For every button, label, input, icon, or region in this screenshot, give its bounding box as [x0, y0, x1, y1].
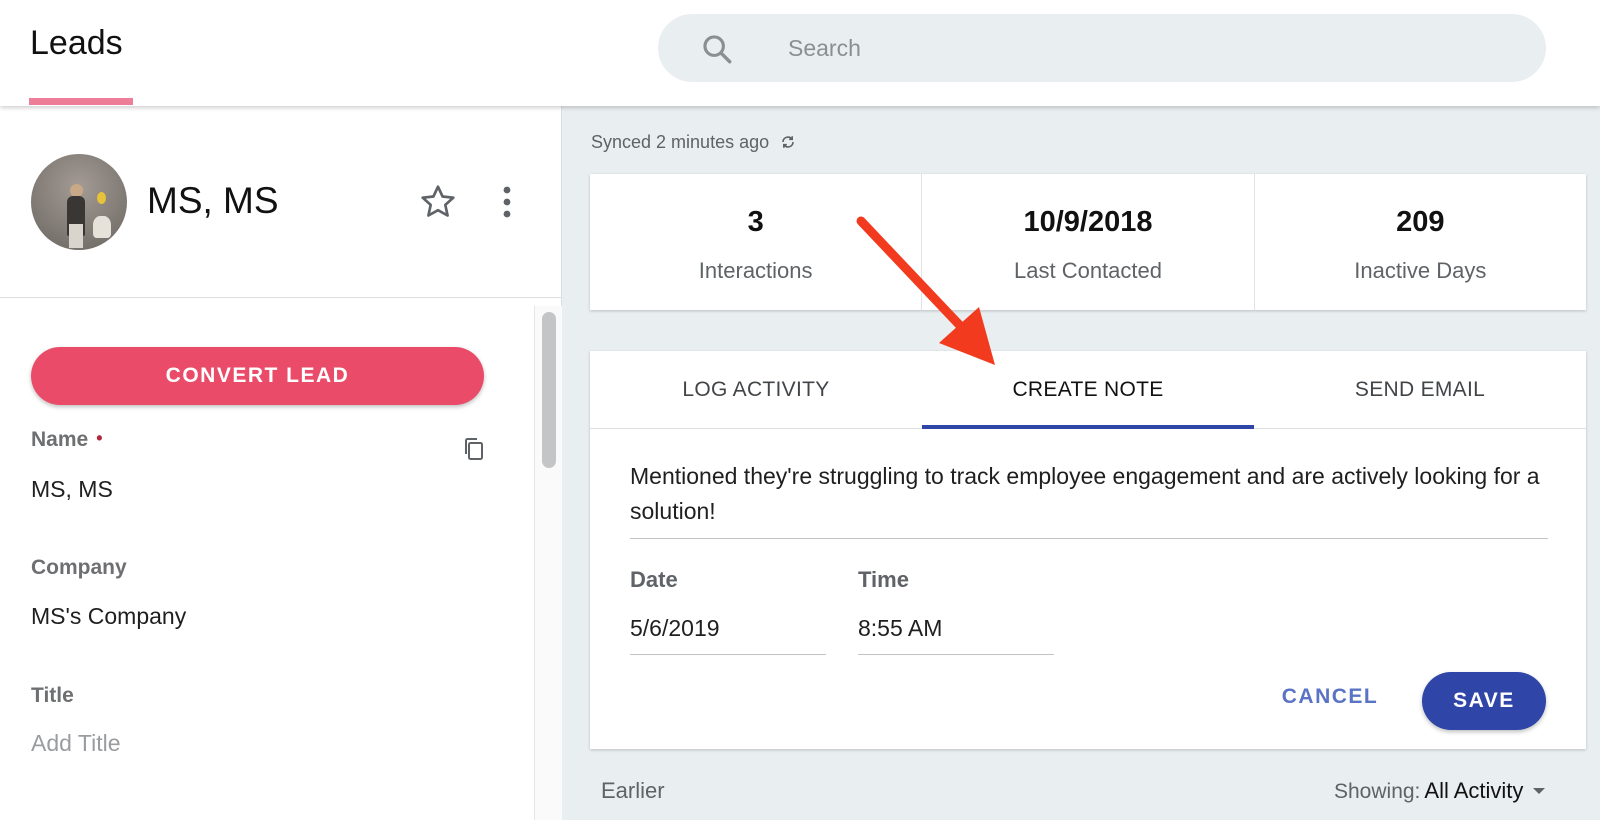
- activity-filter-value[interactable]: All Activity: [1424, 778, 1523, 803]
- name-field-label: Name •: [31, 428, 103, 452]
- scrollbar-thumb[interactable]: [542, 312, 556, 468]
- date-field-underline: [630, 654, 826, 655]
- note-textarea[interactable]: Mentioned they're struggling to track em…: [630, 459, 1550, 529]
- stat-value: 209: [1396, 206, 1445, 238]
- lead-stats-card: 3 Interactions 10/9/2018 Last Contacted …: [590, 174, 1586, 310]
- date-field-label: Date: [630, 567, 678, 592]
- activity-composer-card: LOG ACTIVITY CREATE NOTE SEND EMAIL Ment…: [590, 351, 1586, 749]
- tab-send-email[interactable]: SEND EMAIL: [1254, 351, 1586, 428]
- avatar[interactable]: [31, 154, 127, 250]
- name-field-value[interactable]: MS, MS: [31, 476, 113, 503]
- search-icon: [703, 35, 732, 64]
- active-nav-underline: [29, 98, 133, 105]
- copy-icon[interactable]: [462, 436, 486, 462]
- avatar-photo-legs: [69, 224, 83, 248]
- search-bar[interactable]: [658, 14, 1546, 82]
- showing-label: Showing:: [1334, 780, 1421, 803]
- search-input[interactable]: [788, 14, 1488, 82]
- company-field-label: Company: [31, 556, 127, 579]
- app-header: Leads: [0, 0, 1600, 106]
- save-button[interactable]: SAVE: [1422, 672, 1546, 730]
- lead-name: MS, MS: [147, 180, 279, 221]
- note-underline: [630, 538, 1548, 539]
- avatar-photo-balloon: [97, 192, 106, 204]
- annotation-arrow-icon: [856, 216, 995, 365]
- company-field-value[interactable]: MS's Company: [31, 603, 186, 630]
- time-field-label: Time: [858, 567, 909, 592]
- stat-inactive-days: 209 Inactive Days: [1255, 174, 1586, 310]
- time-field-input[interactable]: 8:55 AM: [858, 615, 942, 642]
- name-label-text: Name: [31, 428, 89, 451]
- avatar-photo-dog: [93, 216, 111, 238]
- required-marker: •: [96, 428, 103, 448]
- lead-profile-header: MS, MS: [0, 106, 561, 298]
- lead-details-panel: MS, MS CONVERT LEAD Name • MS, MS Company…: [0, 106, 562, 820]
- cancel-button[interactable]: CANCEL: [1270, 669, 1390, 725]
- sync-status-text: Synced 2 minutes ago: [591, 132, 770, 152]
- page-title[interactable]: Leads: [30, 24, 123, 63]
- stat-label: Inactive Days: [1354, 258, 1487, 283]
- earlier-section-label: Earlier: [601, 778, 665, 803]
- sync-status: Synced 2 minutes ago: [591, 132, 796, 153]
- time-field-underline: [858, 654, 1054, 655]
- title-field-input[interactable]: Add Title: [31, 730, 121, 757]
- activity-filter-dropdown[interactable]: Showing: All Activity: [1334, 778, 1546, 804]
- star-icon[interactable]: [418, 182, 458, 222]
- sidebar-scrollbar[interactable]: [534, 306, 562, 820]
- more-vert-icon[interactable]: [496, 184, 518, 220]
- sync-icon[interactable]: [780, 134, 796, 150]
- title-field-label: Title: [31, 684, 74, 707]
- composer-tabs: LOG ACTIVITY CREATE NOTE SEND EMAIL: [590, 351, 1586, 429]
- convert-lead-button[interactable]: CONVERT LEAD: [31, 347, 484, 405]
- date-field-input[interactable]: 5/6/2019: [630, 615, 720, 642]
- chevron-down-icon[interactable]: [1533, 788, 1546, 794]
